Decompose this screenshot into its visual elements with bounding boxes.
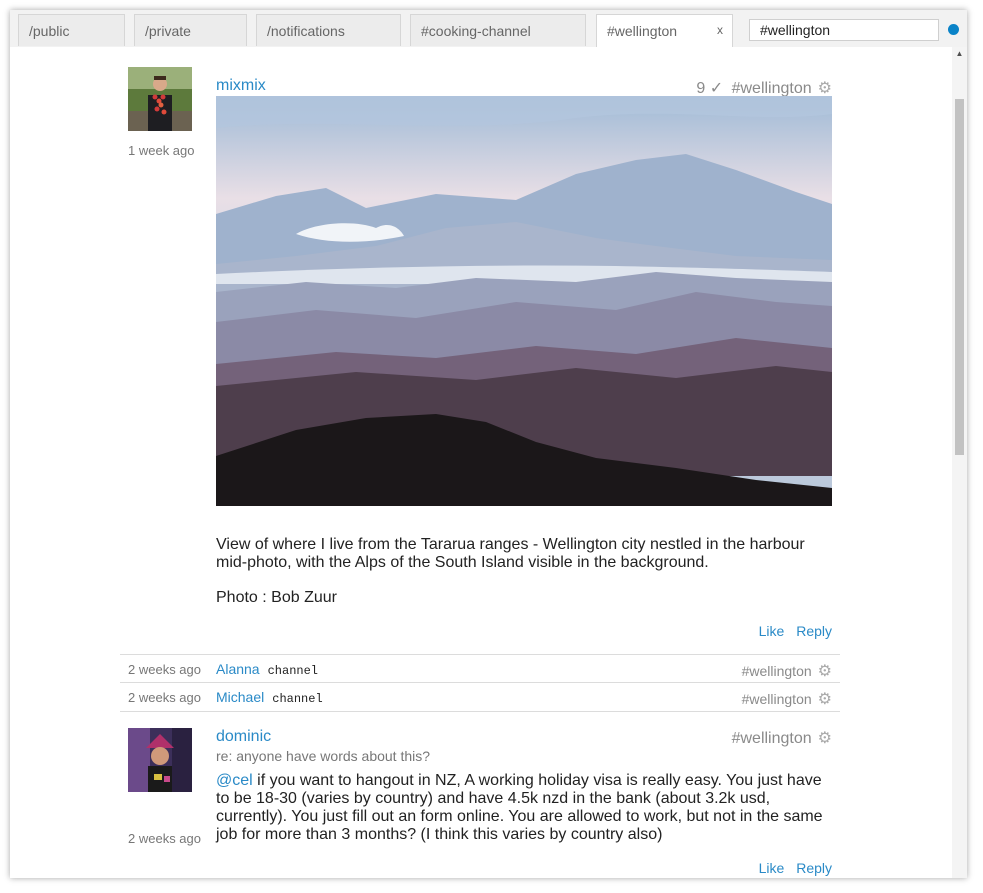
post-text: if you want to hangout in NZ, A working … [216, 772, 823, 843]
like-button[interactable]: Like [759, 860, 785, 876]
subscription-kind: channel [272, 692, 323, 706]
subscription-kind: channel [267, 664, 319, 678]
gear-icon[interactable]: ⚙ [818, 730, 832, 747]
status-indicator [948, 24, 959, 35]
tab-label: /notifications [267, 23, 345, 39]
subscriber-link[interactable]: Alanna [216, 661, 260, 677]
mountain-photo [216, 96, 832, 506]
subscription-channel: #wellington ⚙ [742, 661, 832, 681]
subscriber-link[interactable]: Michael [216, 689, 264, 705]
reply-button[interactable]: Reply [796, 860, 832, 876]
post-paragraph: @cel if you want to hangout in NZ, A wor… [216, 772, 832, 844]
tab-bar: /public /private /notifications #cooking… [10, 10, 967, 48]
reply-subject-link[interactable]: re: anyone have words about this? [216, 748, 430, 764]
channel-link[interactable]: #wellington [742, 691, 812, 707]
tab-cooking-channel[interactable]: #cooking-channel [410, 14, 586, 46]
app-window: /public /private /notifications #cooking… [10, 10, 967, 878]
gear-icon[interactable]: ⚙ [818, 663, 832, 680]
author-link[interactable]: dominic [216, 728, 271, 746]
subscription-channel: #wellington ⚙ [742, 689, 832, 709]
scrollbar[interactable]: ▲ [952, 47, 967, 878]
channel-link[interactable]: #wellington [732, 80, 812, 97]
reply-button[interactable]: Reply [796, 623, 832, 639]
subscription-entry: Michael channel [216, 689, 323, 706]
post-actions: Like Reply [751, 623, 832, 639]
tab-label: /public [29, 23, 70, 39]
like-button[interactable]: Like [759, 623, 785, 639]
subscription-entry: Alanna channel [216, 661, 318, 678]
tab-private[interactable]: /private [134, 14, 247, 46]
avatar-image [128, 67, 192, 131]
scroll-up-arrow-icon[interactable]: ▲ [952, 47, 967, 61]
search-input[interactable] [749, 19, 939, 41]
avatar[interactable] [128, 728, 192, 792]
tab-notifications[interactable]: /notifications [256, 14, 401, 46]
post-time[interactable]: 1 week ago [128, 143, 195, 158]
tab-label: #cooking-channel [421, 23, 531, 39]
scroll-thumb[interactable] [955, 99, 964, 455]
avatar-image [128, 728, 192, 792]
post-dominic: 2 weeks ago dominic #wellington ⚙ re: any… [120, 718, 840, 878]
subscription-row: 2 weeks ago Michael channel #wellington ⚙ [120, 682, 840, 712]
tab-label: #wellington [607, 23, 678, 39]
post-actions: Like Reply [751, 860, 832, 876]
subscription-time[interactable]: 2 weeks ago [128, 690, 201, 705]
gear-icon[interactable]: ⚙ [818, 80, 832, 97]
tab-label: /private [145, 23, 191, 39]
channel-link[interactable]: #wellington [732, 730, 812, 747]
vote-count[interactable]: 9 ✓ [696, 80, 723, 97]
tab-wellington[interactable]: #wellington x [596, 14, 733, 48]
post-meta: 9 ✓ #wellington ⚙ [696, 78, 832, 98]
gear-icon[interactable]: ⚙ [818, 691, 832, 708]
post-mixmix: 1 week ago mixmix 9 ✓ #wellington ⚙ View… [120, 47, 840, 645]
avatar[interactable] [128, 67, 192, 131]
post-credit: Photo : Bob Zuur [216, 589, 337, 606]
subscription-time[interactable]: 2 weeks ago [128, 662, 201, 677]
subscription-row: 2 weeks ago Alanna channel #wellington ⚙ [120, 654, 840, 683]
tab-close-button[interactable]: x [717, 23, 723, 37]
author-link[interactable]: mixmix [216, 77, 266, 95]
post-image[interactable] [216, 96, 832, 506]
post-meta: #wellington ⚙ [732, 728, 832, 748]
tab-public[interactable]: /public [18, 14, 125, 46]
feed: 1 week ago mixmix 9 ✓ #wellington ⚙ View… [10, 47, 952, 878]
post-time[interactable]: 2 weeks ago [128, 831, 201, 846]
channel-link[interactable]: #wellington [742, 663, 812, 679]
post-paragraph: View of where I live from the Tararua ra… [216, 536, 805, 571]
mention-link[interactable]: @cel [216, 772, 253, 789]
